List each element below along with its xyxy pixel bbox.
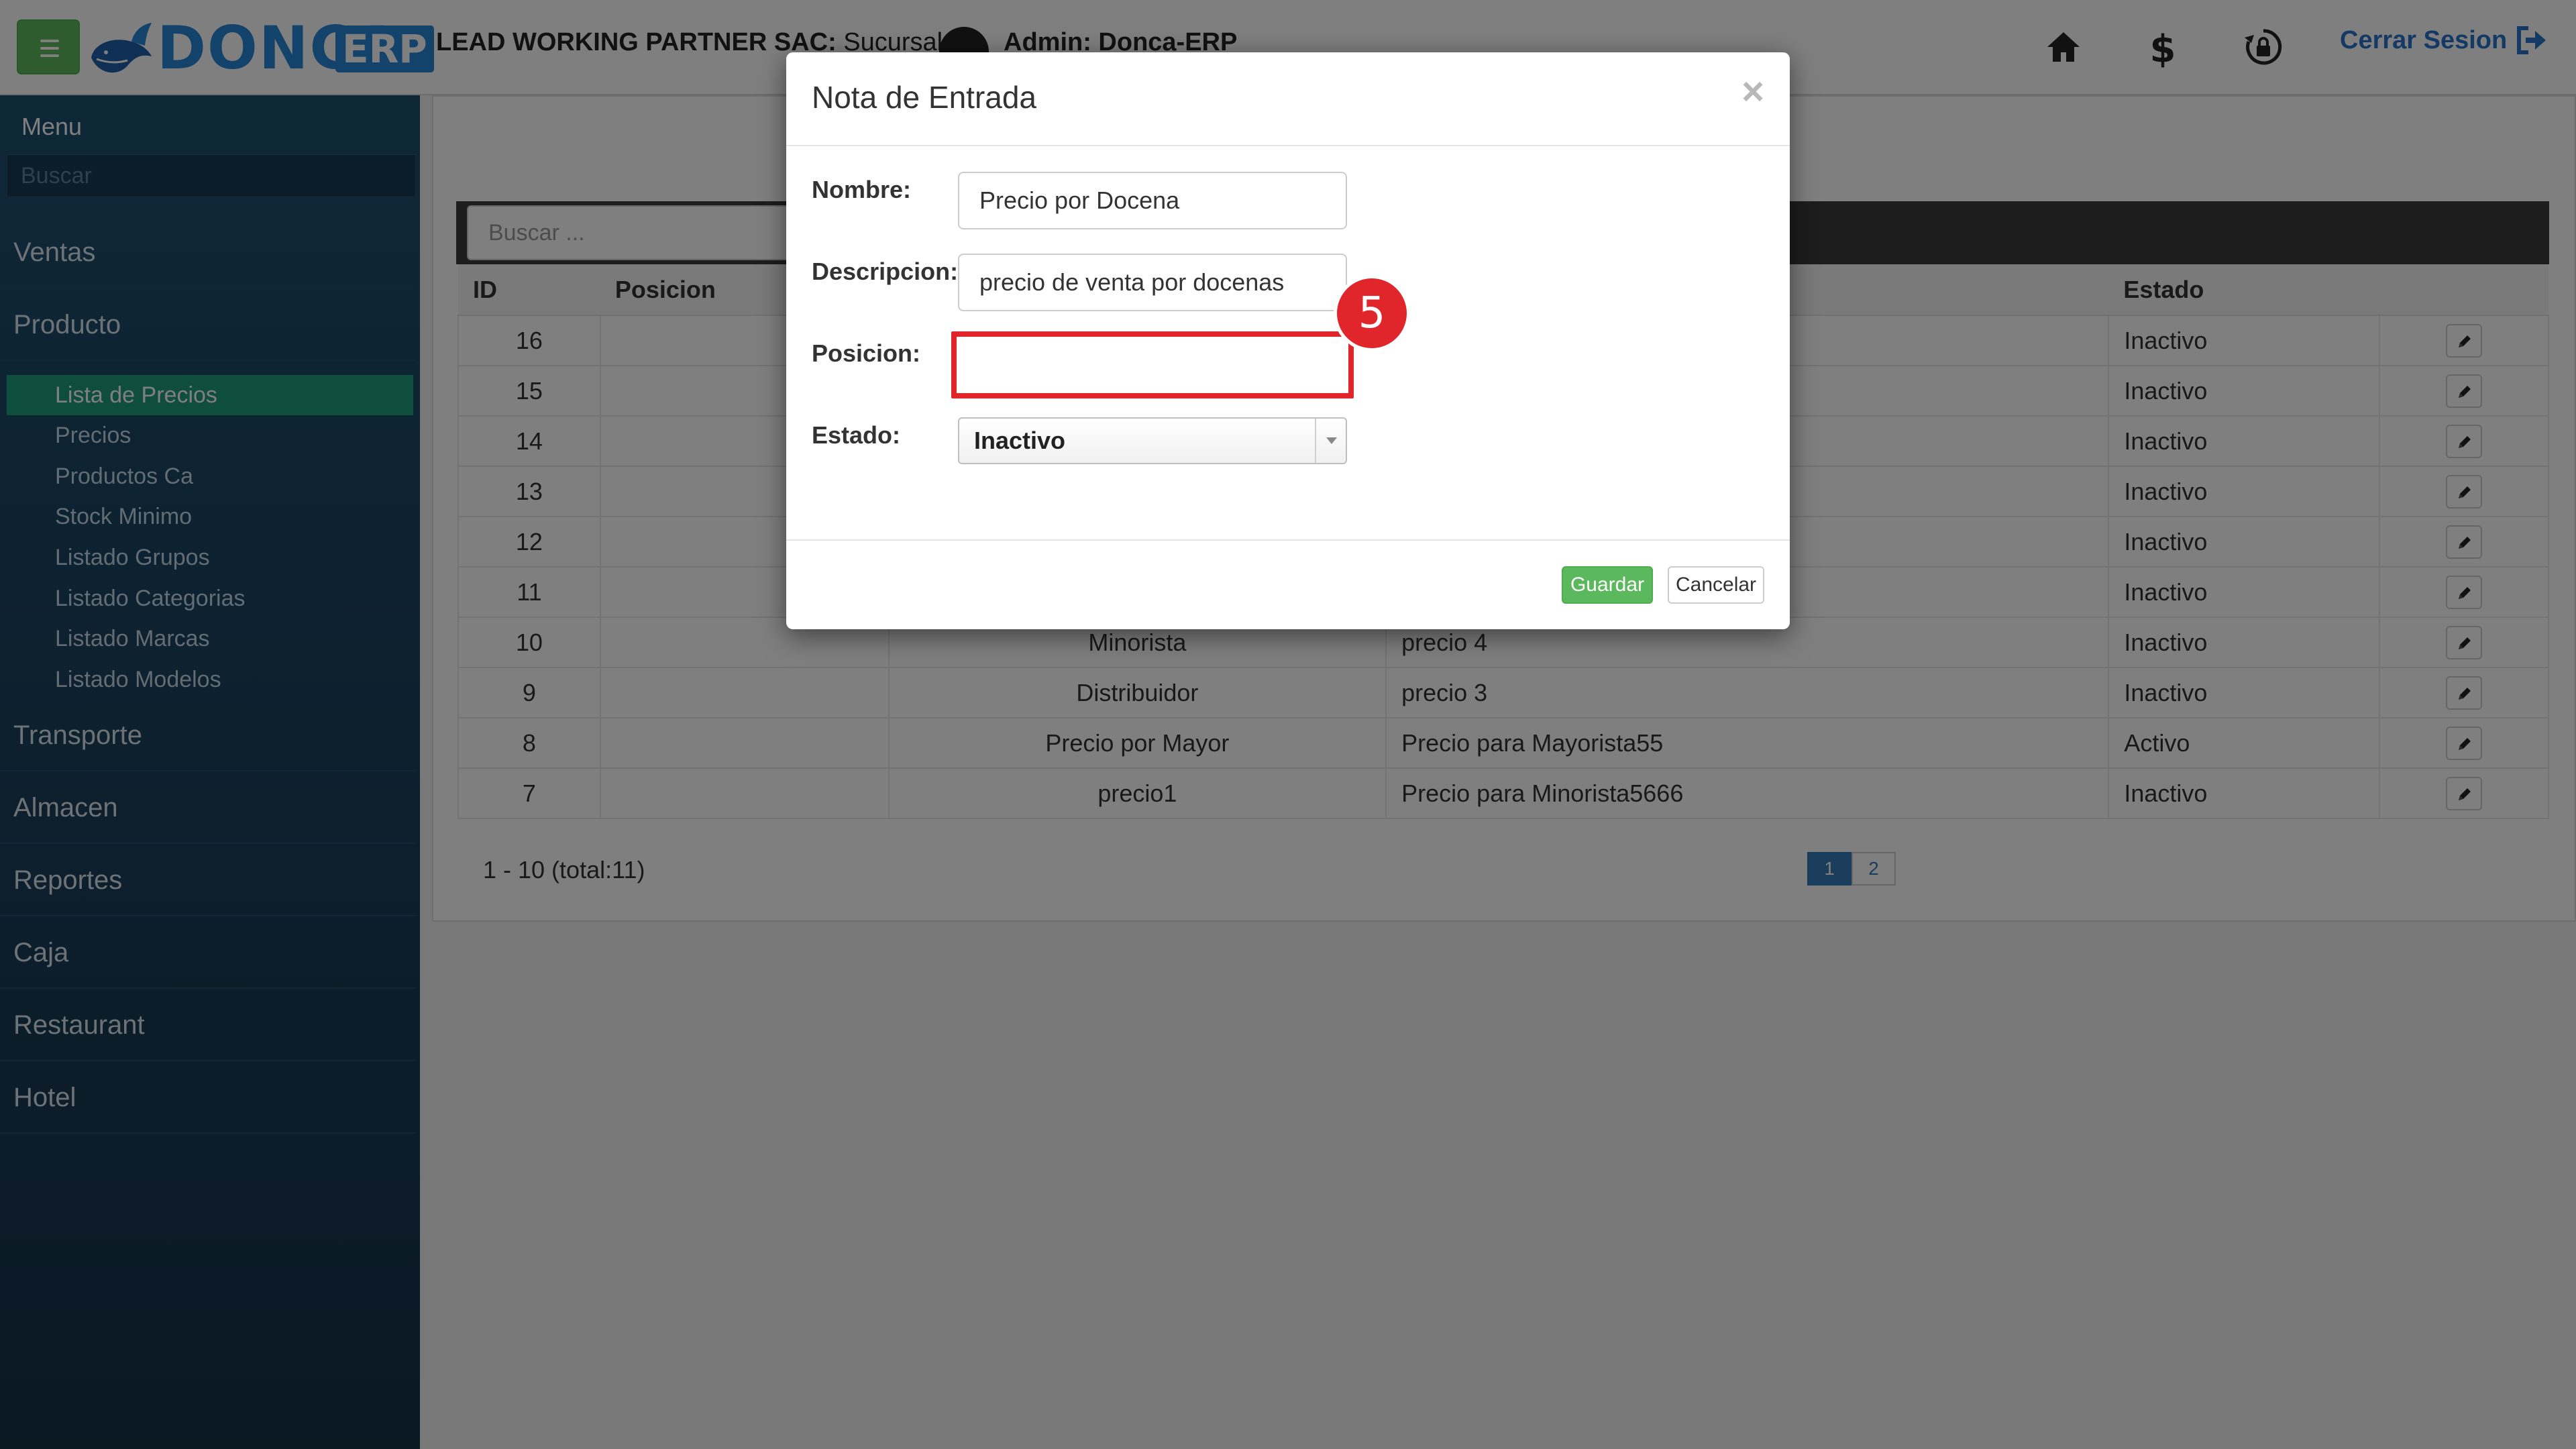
posicion-field[interactable] [951,331,1354,398]
posicion-label: Posicion: [812,339,921,367]
select-arrow [1315,419,1346,463]
cancel-button[interactable]: Cancelar [1668,566,1764,604]
estado-select[interactable]: Inactivo [958,417,1347,464]
estado-label: Estado: [812,421,901,449]
chevron-down-icon [1326,437,1337,444]
modal-header-divider [786,145,1790,146]
nota-de-entrada-modal: Nota de Entrada × Nombre: Precio por Doc… [786,52,1790,629]
nombre-field[interactable]: Precio por Docena [958,172,1347,229]
save-button[interactable]: Guardar [1562,566,1653,604]
descripcion-field[interactable]: precio de venta por docenas [958,254,1347,311]
modal-footer-divider [786,539,1790,541]
nombre-label: Nombre: [812,176,912,203]
step-number-badge: 5 [1334,275,1410,352]
estado-selected-value: Inactivo [974,427,1066,454]
descripcion-label: Descripcion: [812,258,959,285]
close-icon[interactable]: × [1741,72,1764,111]
modal-title: Nota de Entrada [812,80,1037,115]
